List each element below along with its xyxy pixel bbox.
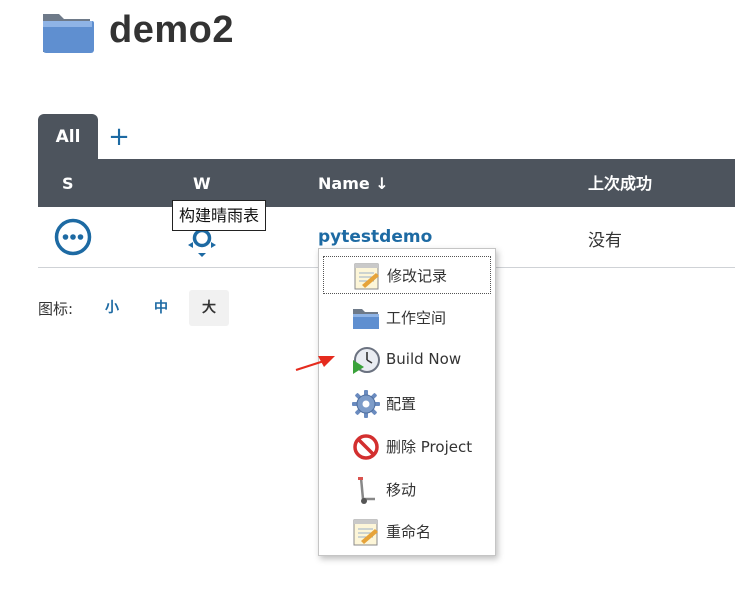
menu-item-changes[interactable]: 修改记录	[323, 256, 491, 294]
column-name[interactable]: Name ↓	[318, 159, 389, 208]
tooltip: 构建晴雨表	[172, 200, 267, 231]
add-view-button[interactable]: +	[108, 124, 130, 150]
red-arrow-annotation	[295, 356, 335, 372]
menu-item-move[interactable]: 移动	[323, 471, 489, 507]
page-title: demo2	[109, 9, 234, 51]
menu-item-rename[interactable]: 重命名	[323, 513, 489, 549]
folder-icon	[43, 14, 94, 53]
hand-truck-icon	[358, 477, 375, 504]
tab-all[interactable]: All	[38, 114, 98, 159]
column-last-success[interactable]: 上次成功	[588, 159, 652, 208]
menu-item-delete[interactable]: 删除 Project	[323, 428, 489, 464]
column-status[interactable]: S	[62, 159, 74, 208]
notepad-icon	[353, 519, 378, 546]
last-success-value: 没有	[588, 231, 622, 251]
menu-item-build-now[interactable]: Build Now	[323, 342, 489, 378]
icon-size-medium[interactable]: 中	[141, 290, 181, 326]
icon-size-large[interactable]: 大	[189, 290, 229, 326]
icon-size-label: 图标:	[38, 300, 74, 318]
icon-size-small[interactable]: 小	[92, 290, 132, 326]
menu-item-workspace[interactable]: 工作空间	[323, 299, 489, 335]
no-entry-icon	[353, 434, 379, 460]
job-link[interactable]: pytestdemo	[318, 227, 432, 247]
gear-icon	[352, 390, 380, 418]
job-context-menu: 修改记录 工作空间 Build Now 配置 删除 Project 移动 重命名	[318, 248, 496, 556]
clock-play-icon	[353, 347, 380, 374]
folder-icon	[353, 309, 379, 329]
table-header: S W Name ↓ 上次成功	[38, 159, 735, 207]
notepad-icon	[354, 263, 379, 290]
status-not-built-icon[interactable]	[54, 218, 92, 256]
menu-item-configure[interactable]: 配置	[323, 385, 489, 421]
